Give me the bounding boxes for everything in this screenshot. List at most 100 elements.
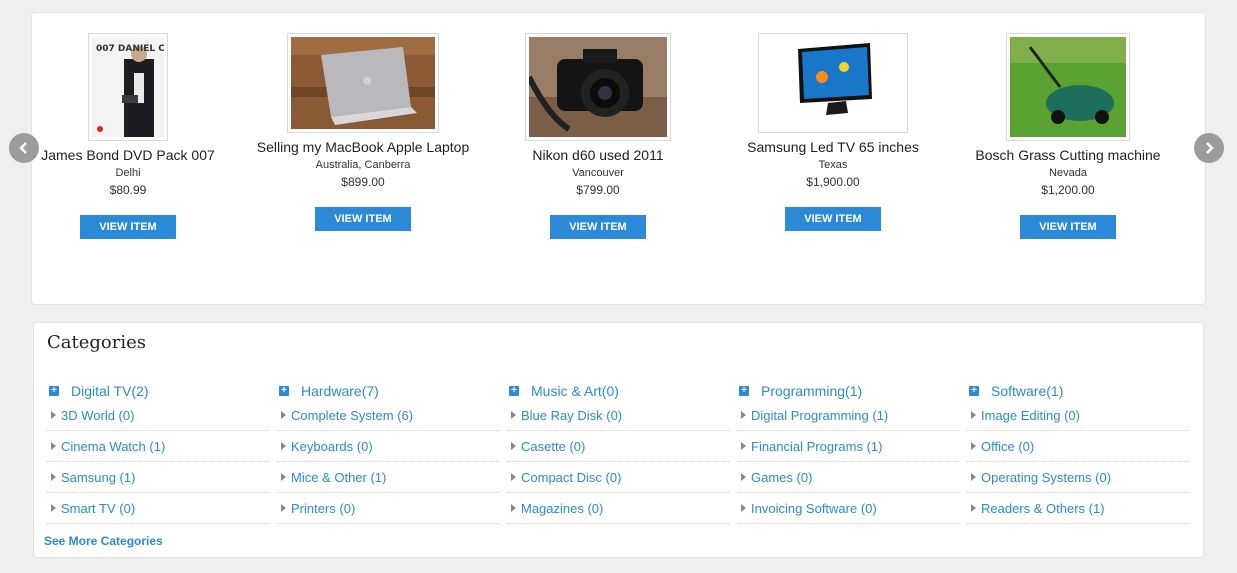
subcategory-label[interactable]: Operating Systems (0): [981, 470, 1111, 485]
category-header[interactable]: + Software(1): [967, 382, 1189, 400]
carousel-next-button[interactable]: [1194, 133, 1224, 163]
subcategory-item[interactable]: Financial Programs (1): [737, 431, 959, 462]
category-title[interactable]: Software(1): [991, 383, 1063, 399]
subcategory-label[interactable]: Digital Programming (1): [751, 408, 888, 423]
product-card: Samsung Led TV 65 inches Texas $1,900.00…: [723, 33, 943, 231]
category-column: + Hardware(7) Complete System (6) Keyboa…: [277, 382, 499, 524]
subcategory-label[interactable]: Smart TV (0): [61, 501, 135, 516]
subcategory-label[interactable]: Readers & Others (1): [981, 501, 1105, 516]
product-image-tv[interactable]: [758, 33, 908, 133]
product-image-dvd[interactable]: 007 DANIEL CRAIG: [88, 33, 168, 141]
triangle-right-icon: [971, 504, 976, 512]
subcategory-label[interactable]: Invoicing Software (0): [751, 501, 877, 516]
subcategory-item[interactable]: Readers & Others (1): [967, 493, 1189, 524]
subcategory-item[interactable]: Compact Disc (0): [507, 462, 729, 493]
category-title[interactable]: Programming(1): [761, 383, 862, 399]
triangle-right-icon: [741, 442, 746, 450]
category-header[interactable]: + Digital TV(2): [47, 382, 269, 400]
triangle-right-icon: [281, 442, 286, 450]
subcategory-item[interactable]: Digital Programming (1): [737, 400, 959, 431]
product-title[interactable]: Nikon d60 used 2011: [488, 145, 708, 165]
subcategory-item[interactable]: Complete System (6): [277, 400, 499, 431]
product-card: Nikon d60 used 2011 Vancouver $799.00 VI…: [488, 33, 708, 239]
expand-plus-icon[interactable]: +: [509, 386, 519, 396]
subcategory-label[interactable]: Compact Disc (0): [521, 470, 621, 485]
product-card: Selling my MacBook Apple Laptop Australi…: [253, 33, 473, 231]
subcategory-item[interactable]: Magazines (0): [507, 493, 729, 524]
category-column: + Music & Art(0) Blue Ray Disk (0) Caset…: [507, 382, 729, 524]
category-column: + Software(1) Image Editing (0) Office (…: [967, 382, 1189, 524]
chevron-right-icon: [1206, 142, 1214, 154]
see-more-categories-link[interactable]: See More Categories: [44, 534, 163, 548]
product-price: $799.00: [576, 183, 620, 197]
subcategory-label[interactable]: Samsung (1): [61, 470, 135, 485]
product-title[interactable]: Selling my MacBook Apple Laptop: [253, 137, 473, 157]
subcategory-item[interactable]: Printers (0): [277, 493, 499, 524]
subcategory-label[interactable]: Office (0): [981, 439, 1034, 454]
product-price: $80.99: [109, 183, 147, 197]
subcategory-label[interactable]: Blue Ray Disk (0): [521, 408, 622, 423]
category-header[interactable]: + Programming(1): [737, 382, 959, 400]
expand-plus-icon[interactable]: +: [49, 386, 59, 396]
subcategory-item[interactable]: Keyboards (0): [277, 431, 499, 462]
product-price: $1,900.00: [806, 175, 860, 189]
subcategory-item[interactable]: 3D World (0): [47, 400, 269, 431]
triangle-right-icon: [281, 411, 286, 419]
view-item-button[interactable]: VIEW ITEM: [785, 207, 881, 231]
subcategory-item[interactable]: Operating Systems (0): [967, 462, 1189, 493]
triangle-right-icon: [51, 411, 56, 419]
subcategory-label[interactable]: Complete System (6): [291, 408, 413, 423]
triangle-right-icon: [511, 442, 516, 450]
subcategory-item[interactable]: Samsung (1): [47, 462, 269, 493]
triangle-right-icon: [741, 473, 746, 481]
subcategory-label[interactable]: Printers (0): [291, 501, 355, 516]
category-header[interactable]: + Hardware(7): [277, 382, 499, 400]
product-card: 007 DANIEL CRAIG James Bond DVD Pack 007…: [18, 33, 238, 239]
view-item-button[interactable]: VIEW ITEM: [1020, 215, 1116, 239]
subcategory-item[interactable]: Mice & Other (1): [277, 462, 499, 493]
subcategory-item[interactable]: Cinema Watch (1): [47, 431, 269, 462]
product-image-camera[interactable]: [525, 33, 671, 141]
subcategory-item[interactable]: Blue Ray Disk (0): [507, 400, 729, 431]
subcategory-item[interactable]: Office (0): [967, 431, 1189, 462]
view-item-button[interactable]: VIEW ITEM: [80, 215, 176, 239]
product-price: $1,200.00: [1041, 183, 1095, 197]
product-card: Bosch Grass Cutting machine Nevada $1,20…: [958, 33, 1178, 239]
subcategory-item[interactable]: Image Editing (0): [967, 400, 1189, 431]
product-title[interactable]: Bosch Grass Cutting machine: [958, 145, 1178, 165]
subcategory-label[interactable]: Cinema Watch (1): [61, 439, 165, 454]
carousel-prev-button[interactable]: [9, 133, 39, 163]
category-column: + Programming(1) Digital Programming (1)…: [737, 382, 959, 524]
subcategory-item[interactable]: Casette (0): [507, 431, 729, 462]
categories-heading: Categories: [47, 332, 146, 353]
subcategory-item[interactable]: Smart TV (0): [47, 493, 269, 524]
subcategory-item[interactable]: Games (0): [737, 462, 959, 493]
subcategory-label[interactable]: Keyboards (0): [291, 439, 373, 454]
subcategory-label[interactable]: Games (0): [751, 470, 812, 485]
subcategory-label[interactable]: Casette (0): [521, 439, 585, 454]
product-location: Delhi: [115, 167, 141, 179]
subcategory-label[interactable]: Magazines (0): [521, 501, 603, 516]
category-header[interactable]: + Music & Art(0): [507, 382, 729, 400]
subcategory-item[interactable]: Invoicing Software (0): [737, 493, 959, 524]
triangle-right-icon: [51, 473, 56, 481]
subcategory-label[interactable]: 3D World (0): [61, 408, 134, 423]
category-title[interactable]: Hardware(7): [301, 383, 379, 399]
expand-plus-icon[interactable]: +: [739, 386, 749, 396]
expand-plus-icon[interactable]: +: [969, 386, 979, 396]
product-title[interactable]: James Bond DVD Pack 007: [18, 145, 238, 165]
expand-plus-icon[interactable]: +: [279, 386, 289, 396]
product-image-macbook[interactable]: [287, 33, 439, 133]
product-title[interactable]: Samsung Led TV 65 inches: [723, 137, 943, 157]
product-image-lawnmower[interactable]: [1006, 33, 1130, 141]
product-location: Nevada: [1049, 167, 1087, 179]
triangle-right-icon: [281, 473, 286, 481]
subcategory-label[interactable]: Financial Programs (1): [751, 439, 883, 454]
view-item-button[interactable]: VIEW ITEM: [315, 207, 411, 231]
subcategory-label[interactable]: Mice & Other (1): [291, 470, 386, 485]
category-title[interactable]: Music & Art(0): [531, 383, 619, 399]
triangle-right-icon: [741, 504, 746, 512]
view-item-button[interactable]: VIEW ITEM: [550, 215, 646, 239]
subcategory-label[interactable]: Image Editing (0): [981, 408, 1080, 423]
category-title[interactable]: Digital TV(2): [71, 383, 149, 399]
